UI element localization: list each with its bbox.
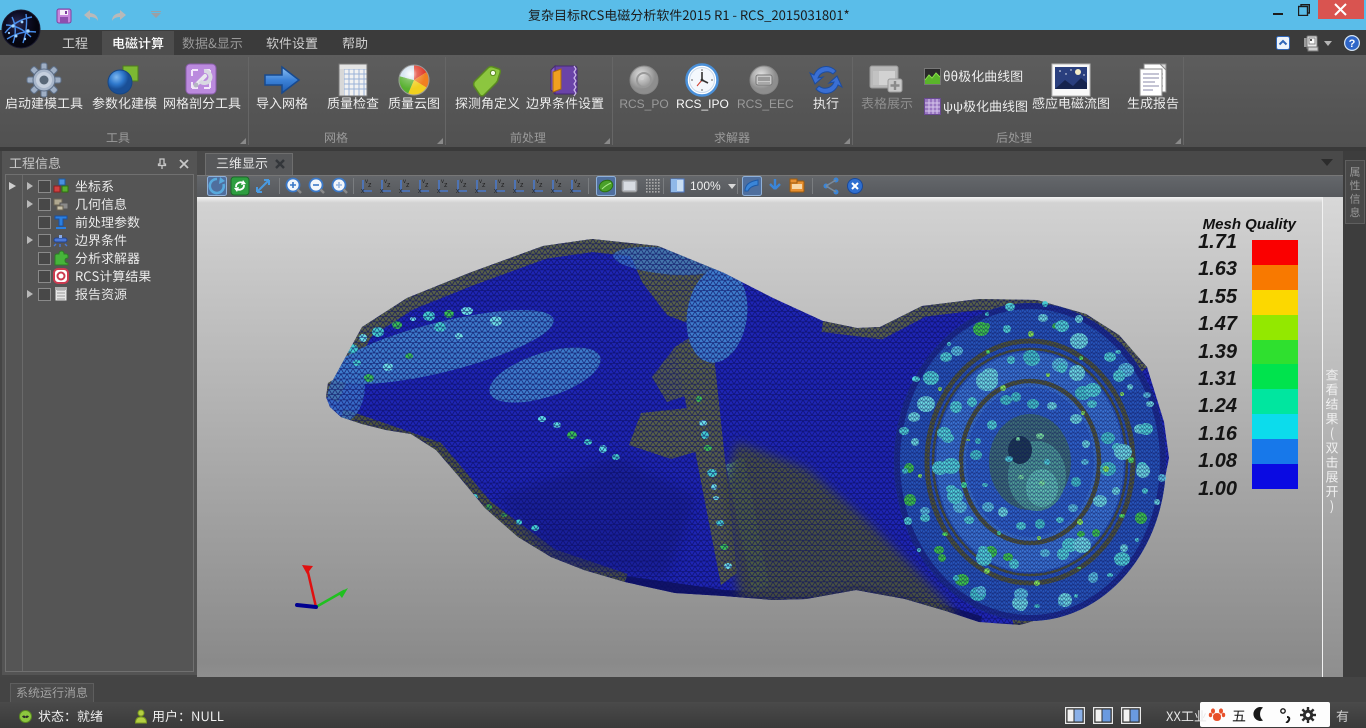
svg-text:z: z [539,182,543,189]
svg-text:x: x [551,188,555,195]
svg-text:z: z [558,182,562,189]
svg-text:x: x [361,188,365,195]
svg-text:x: x [475,188,479,195]
svg-text:x: x [380,188,384,195]
svg-text:x: x [399,188,403,195]
svg-text:x: x [418,188,422,195]
svg-text:z: z [444,182,448,189]
svg-text:z: z [425,182,429,189]
svg-text:v: v [365,179,368,185]
svg-text:v: v [479,179,482,185]
svg-text:z: z [463,182,467,189]
svg-text:v: v [384,179,387,185]
svg-text:z: z [387,182,391,189]
svg-text:v: v [517,179,520,185]
svg-text:x: x [570,188,574,195]
svg-text:z: z [482,182,486,189]
svg-text:x: x [513,188,517,195]
svg-text:z: z [501,182,505,189]
svg-text:x: x [437,188,441,195]
svg-text:v: v [422,179,425,185]
svg-text:v: v [498,179,501,185]
svg-text:z: z [368,182,372,189]
svg-text:v: v [555,179,558,185]
svg-text:v: v [536,179,539,185]
svg-text:z: z [577,182,581,189]
svg-text:v: v [403,179,406,185]
svg-text:v: v [574,179,577,185]
svg-text:z: z [520,182,524,189]
svg-text:v: v [441,179,444,185]
svg-text:x: x [494,188,498,195]
svg-text:v: v [460,179,463,185]
svg-text:z: z [406,182,410,189]
svg-text:?: ? [1349,38,1356,50]
svg-text:x: x [456,188,460,195]
svg-text:x: x [532,188,536,195]
